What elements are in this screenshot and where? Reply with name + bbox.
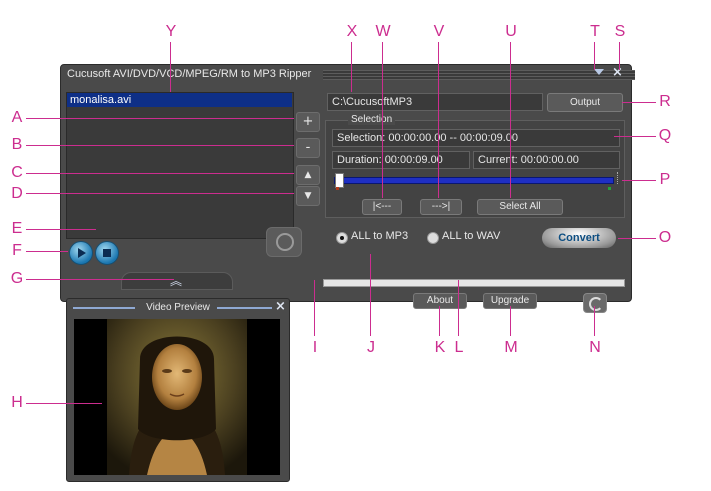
callout-leader [594, 306, 595, 336]
callout-label: D [11, 185, 23, 202]
callout-leader [314, 280, 315, 336]
callout-label: E [11, 220, 23, 237]
duration-field: Duration: 00:00:09.00 [332, 151, 470, 169]
window-title: Cucusoft AVI/DVD/VCD/MPEG/RM to MP3 Ripp… [67, 68, 312, 80]
callout-label: A [11, 109, 23, 126]
callout-label: H [11, 394, 23, 411]
callout-leader [619, 42, 620, 70]
callout-label: O [658, 229, 672, 246]
add-file-button[interactable]: + [296, 112, 320, 132]
current-time-field: Current: 00:00:00.00 [473, 151, 620, 169]
callout-label: N [589, 339, 601, 356]
slider-thumb[interactable] [335, 173, 344, 188]
callout-label: M [504, 339, 518, 356]
preview-toggle-button[interactable]: ︽ [121, 272, 233, 290]
callout-label: S [614, 23, 626, 40]
callout-leader [26, 279, 174, 280]
video-preview-window: Video Preview × [66, 298, 290, 482]
video-frame [74, 319, 280, 475]
slider-end-icon [617, 172, 621, 184]
callout-leader [382, 42, 383, 198]
selection-group: Selection Selection: 00:00:00.00 -- 00:0… [325, 114, 625, 218]
callout-leader [458, 280, 459, 336]
mona-lisa-frame-image [107, 319, 247, 475]
callout-label: F [12, 242, 22, 259]
callout-label: G [10, 270, 24, 287]
stop-icon [103, 249, 111, 257]
double-chevron-up-icon: ︽ [170, 274, 183, 288]
move-down-button[interactable]: ▼ [296, 186, 320, 206]
callout-leader [594, 42, 595, 70]
callout-label: K [434, 339, 446, 356]
logo-swirl [589, 297, 603, 311]
callout-leader [510, 306, 511, 336]
callout-leader [622, 180, 656, 181]
convert-button[interactable]: Convert [542, 228, 616, 248]
callout-label: V [433, 23, 445, 40]
minimize-icon[interactable] [594, 69, 604, 75]
selection-group-label: Selection [348, 114, 396, 125]
end-marker-icon [608, 187, 611, 190]
title-bar[interactable]: Cucusoft AVI/DVD/VCD/MPEG/RM to MP3 Ripp… [61, 65, 635, 85]
callout-label: Q [658, 127, 672, 144]
cucusoft-logo-icon[interactable] [583, 293, 607, 313]
callout-label: Y [165, 23, 177, 40]
selection-range-field: Selection: 00:00:00.00 -- 00:00:09.00 [332, 129, 620, 147]
position-slider[interactable] [334, 173, 614, 188]
progress-bar [323, 279, 625, 287]
callout-leader [26, 118, 294, 119]
ripper-window: Cucusoft AVI/DVD/VCD/MPEG/RM to MP3 Ripp… [60, 64, 635, 313]
callout-label: P [659, 171, 671, 188]
callout-leader [370, 254, 371, 336]
callout-leader [622, 102, 656, 103]
move-up-button[interactable]: ▲ [296, 165, 320, 185]
preview-close-icon[interactable]: × [275, 299, 286, 314]
play-icon [78, 248, 86, 258]
callout-label: X [346, 23, 358, 40]
callout-label: B [11, 136, 23, 153]
callout-leader [510, 42, 511, 198]
set-end-button[interactable]: --->| [420, 199, 462, 215]
callout-label: W [375, 23, 391, 40]
callout-leader [614, 136, 656, 137]
callout-leader [170, 42, 171, 92]
close-icon[interactable]: × [612, 65, 623, 80]
callout-label: R [659, 93, 671, 110]
wav-radio[interactable] [427, 232, 439, 244]
app-logo-icon [266, 227, 302, 257]
callout-leader [26, 193, 294, 194]
callout-leader [26, 251, 68, 252]
callout-leader [26, 229, 96, 230]
callout-leader [26, 145, 294, 146]
preview-title-right-stripe [217, 307, 272, 309]
callout-label: U [505, 23, 517, 40]
file-list-item[interactable]: monalisa.avi [67, 93, 292, 107]
wav-radio-label: ALL to WAV [442, 230, 501, 242]
logo-ring [276, 233, 294, 251]
callout-leader [438, 42, 439, 198]
callout-leader [439, 306, 440, 336]
mp3-radio-label: ALL to MP3 [351, 230, 409, 242]
callout-label: T [590, 23, 600, 40]
callout-label: I [312, 339, 318, 356]
start-marker-icon [336, 187, 339, 190]
file-list[interactable]: monalisa.avi [66, 92, 294, 239]
callout-label: J [367, 339, 375, 356]
mp3-radio[interactable] [336, 232, 348, 244]
callout-leader [26, 173, 294, 174]
stop-button[interactable] [95, 241, 119, 265]
play-button[interactable] [69, 241, 93, 265]
callout-leader [351, 42, 352, 92]
output-button[interactable]: Output [547, 93, 623, 112]
title-decoration [323, 70, 635, 80]
callout-label: L [454, 339, 464, 356]
callout-leader [26, 403, 102, 404]
remove-file-button[interactable]: - [296, 138, 320, 158]
callout-leader [618, 238, 656, 239]
callout-label: C [11, 164, 23, 181]
select-all-button[interactable]: Select All [477, 199, 563, 215]
set-start-button[interactable]: |<--- [362, 199, 402, 215]
